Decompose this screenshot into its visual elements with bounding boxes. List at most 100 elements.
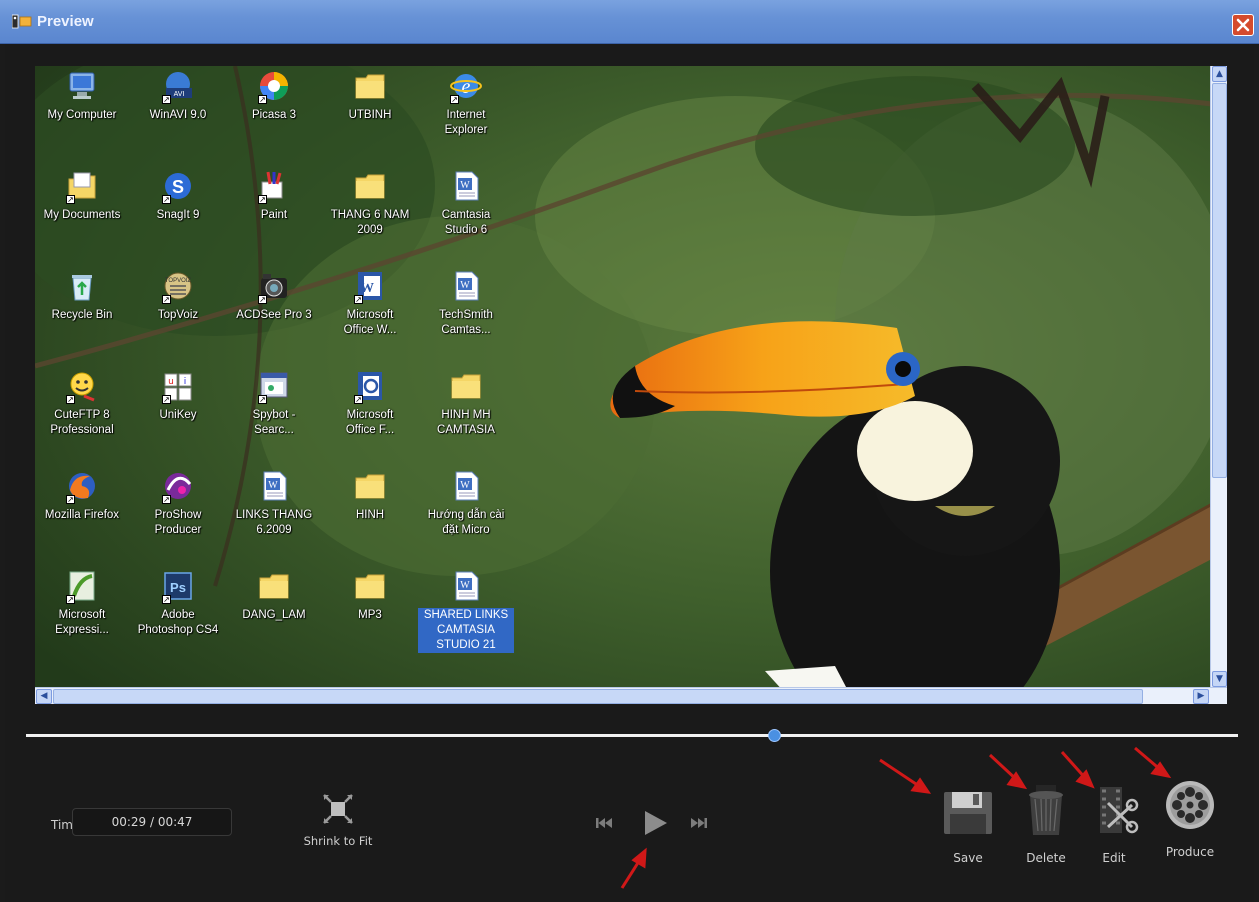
acdsee-icon: ↗	[258, 270, 290, 304]
shortcut-arrow-icon: ↗	[258, 395, 267, 404]
shortcut-arrow-icon: ↗	[354, 395, 363, 404]
desktop-icon[interactable]: e ↗ Internet Explorer	[418, 70, 514, 138]
save-button[interactable]: Save	[930, 787, 1006, 865]
frontpage-icon: ↗	[354, 370, 386, 404]
desktop-icon[interactable]: UTBINH	[322, 70, 418, 123]
desktop-icon-label: Microsoft Office F...	[345, 409, 395, 436]
close-icon	[1236, 18, 1250, 32]
desktop-icon[interactable]: W SHARED LINKS CAMTASIA STUDIO 21	[418, 570, 514, 653]
desktop-icon-label: SnagIt 9	[156, 209, 200, 221]
floppy-disk-icon	[944, 792, 992, 834]
scroll-left-icon[interactable]: ◀	[36, 689, 52, 704]
desktop-icon[interactable]: W TechSmith Camtas...	[418, 270, 514, 338]
svg-text:W: W	[460, 180, 470, 191]
desktop-icon[interactable]: W ↗ Microsoft Office W...	[322, 270, 418, 338]
desktop-icon[interactable]: AVI ↗ WinAVI 9.0	[130, 70, 226, 123]
desktop-icon-label: TechSmith Camtas...	[439, 309, 493, 336]
folder-icon	[354, 70, 386, 102]
svg-text:W: W	[268, 480, 278, 491]
desktop-icon-label: UTBINH	[348, 109, 392, 121]
desktop-icon[interactable]: HINH	[322, 470, 418, 523]
svg-text:W: W	[460, 280, 470, 291]
desktop-icon[interactable]: u i ↗ UniKey	[130, 370, 226, 423]
title-bar: Preview	[0, 0, 1259, 44]
shortcut-arrow-icon: ↗	[258, 95, 267, 104]
desktop-icon[interactable]: ↗ Paint	[226, 170, 322, 223]
desktop-icon[interactable]: ↗ CuteFTP 8 Professional	[34, 370, 130, 438]
scroll-right-icon[interactable]: ▶	[1193, 689, 1209, 704]
film-reel-icon	[1166, 781, 1214, 829]
word-doc-icon: W	[450, 570, 482, 602]
shrink-label: Shrink to Fit	[303, 834, 373, 848]
desktop-icon[interactable]: W LINKS THANG 6.2009	[226, 470, 322, 538]
shortcut-arrow-icon: ↗	[66, 395, 75, 404]
produce-button[interactable]: Produce	[1152, 779, 1228, 859]
desktop-icon-label: LINKS THANG 6.2009	[235, 509, 313, 536]
skip-forward-icon[interactable]	[691, 817, 707, 829]
computer-icon	[66, 70, 98, 102]
desktop-icon-label: DANG_LAM	[242, 609, 306, 621]
desktop-icon-label: Adobe Photoshop CS4	[137, 609, 219, 636]
shortcut-arrow-icon: ↗	[162, 595, 171, 604]
desktop-icon-label: Microsoft Office W...	[343, 309, 397, 336]
desktop-icon[interactable]: ↗ Picasa 3	[226, 70, 322, 123]
desktop-icon[interactable]: TOPVOIZ ↗ TopVoiz	[130, 270, 226, 323]
desktop-icon[interactable]: ↗ Microsoft Expressi...	[34, 570, 130, 638]
skip-back-icon[interactable]	[596, 817, 612, 829]
desktop-icon[interactable]: W Hướng dẫn cài đặt Micro	[418, 470, 514, 538]
topvoiz-icon: TOPVOIZ ↗	[162, 270, 194, 304]
desktop-icon[interactable]: DANG_LAM	[226, 570, 322, 623]
svg-text:W: W	[460, 580, 470, 591]
horizontal-scroll-thumb[interactable]	[53, 689, 1143, 704]
desktop-icon[interactable]: S ↗ SnagIt 9	[130, 170, 226, 223]
svg-text:TOPVOIZ: TOPVOIZ	[165, 278, 192, 284]
desktop-icon-label: SHARED LINKS CAMTASIA STUDIO 21	[418, 608, 514, 653]
desktop-icon[interactable]: Ps ↗ Adobe Photoshop CS4	[130, 570, 226, 638]
delete-label: Delete	[1026, 851, 1066, 865]
scroll-up-icon[interactable]: ▲	[1212, 66, 1227, 82]
svg-text:e: e	[462, 76, 471, 98]
svg-text:i: i	[184, 377, 187, 387]
vertical-scrollbar[interactable]: ▲ ▼	[1210, 66, 1227, 687]
desktop-icon[interactable]: ↗ Microsoft Office F...	[322, 370, 418, 438]
desktop-icon[interactable]: ↗ ACDSee Pro 3	[226, 270, 322, 323]
delete-button[interactable]: Delete	[1008, 783, 1084, 865]
desktop-icon[interactable]: Recycle Bin	[34, 270, 130, 323]
horizontal-scrollbar[interactable]: ◀ ▶	[35, 687, 1227, 704]
play-icon[interactable]	[643, 811, 667, 835]
desktop-icon[interactable]: HINH MH CAMTASIA	[418, 370, 514, 438]
firefox-icon: ↗	[66, 470, 98, 504]
shortcut-arrow-icon: ↗	[66, 595, 75, 604]
edit-button[interactable]: Edit	[1076, 783, 1152, 865]
desktop-icon[interactable]: ↗ Spybot - Searc...	[226, 370, 322, 438]
close-button[interactable]	[1232, 14, 1254, 36]
shortcut-arrow-icon: ↗	[162, 195, 171, 204]
vertical-scroll-thumb[interactable]	[1212, 83, 1227, 478]
desktop-icon-label: WinAVI 9.0	[149, 109, 207, 121]
desktop-icon[interactable]: ↗ My Documents	[34, 170, 130, 223]
shrink-to-fit-button[interactable]: Shrink to Fit	[298, 792, 378, 848]
expression-icon: ↗	[66, 570, 98, 604]
seek-bar[interactable]	[26, 734, 1238, 737]
shortcut-arrow-icon: ↗	[258, 295, 267, 304]
desktop-icon[interactable]: W Camtasia Studio 6	[418, 170, 514, 238]
desktop-icon[interactable]: My Computer	[34, 70, 130, 123]
time-separator: /	[146, 815, 158, 829]
seek-handle[interactable]	[767, 729, 781, 742]
desktop-icon[interactable]: THANG 6 NAM 2009	[322, 170, 418, 238]
scroll-down-icon[interactable]: ▼	[1212, 671, 1227, 687]
app-icon	[12, 14, 32, 29]
desktop-icon[interactable]: ↗ ProShow Producer	[130, 470, 226, 538]
snagit-icon: S ↗	[162, 170, 194, 204]
shortcut-arrow-icon: ↗	[66, 195, 75, 204]
desktop-icon-label: ACDSee Pro 3	[236, 309, 312, 321]
photoshop-icon: Ps ↗	[162, 570, 194, 604]
desktop-icon[interactable]: MP3	[322, 570, 418, 623]
folder-icon	[450, 370, 482, 402]
desktop-icon-label: TopVoiz	[157, 309, 199, 321]
desktop-icon-label: Picasa 3	[251, 109, 297, 121]
desktop-icon[interactable]: ↗ Mozilla Firefox	[34, 470, 130, 523]
shortcut-arrow-icon: ↗	[258, 195, 267, 204]
trash-bin-icon	[1029, 785, 1063, 835]
desktop-icon-label: Microsoft Expressi...	[55, 609, 109, 636]
